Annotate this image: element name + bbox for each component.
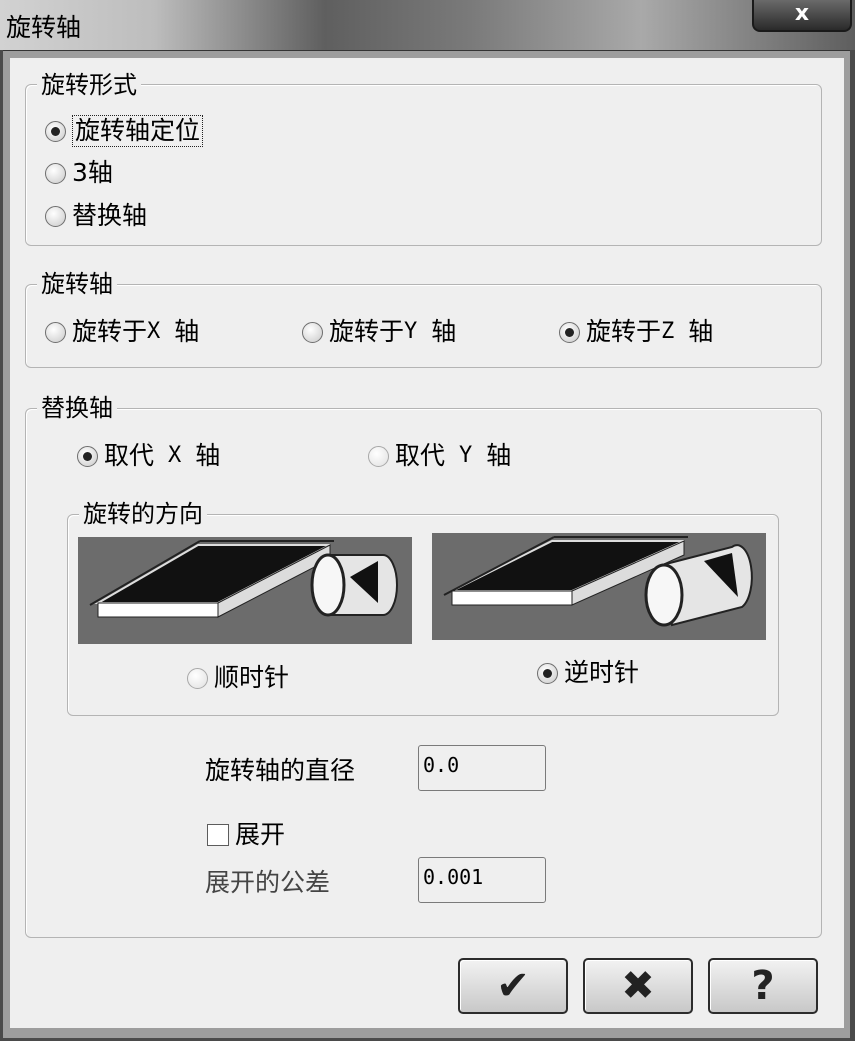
checkmark-icon: ✔ [496,963,530,1009]
radio-rotate-x[interactable]: 旋转于 X 轴 [45,317,199,347]
radio-prefix: 取代 [395,441,446,470]
checkbox-label: 展开 [235,820,286,849]
cross-icon: ✖ [621,963,655,1009]
tolerance-label: 展开的公差 [205,868,331,897]
clockwise-illustration [78,537,412,644]
checkbox-box[interactable] [207,824,229,846]
help-button[interactable]: ? [708,958,818,1014]
radio-label: 3轴 [72,158,113,187]
unroll-checkbox[interactable]: 展开 [207,820,285,850]
radio-rotate-y[interactable]: 旋转于 Y 轴 [302,317,456,347]
diameter-input[interactable]: 0.0 [418,745,546,791]
close-icon: x [794,1,810,26]
question-mark-icon: ? [751,963,775,1009]
radio-rotate-z[interactable]: 旋转于 Z 轴 [559,317,713,347]
direction-legend: 旋转的方向 [79,499,207,529]
radio-replace-axis[interactable]: 替换轴 [45,201,147,231]
radio-button[interactable] [302,321,323,343]
replace-axis-legend: 替换轴 [37,393,117,423]
radio-button[interactable] [45,120,66,142]
radio-replace-y[interactable]: 取代 Y 轴 [368,441,511,471]
radio-clockwise[interactable]: 顺时针 [187,663,289,693]
radio-suffix: 轴 [195,441,221,470]
radio-button[interactable] [45,205,66,227]
radio-button[interactable] [368,445,389,467]
radio-three-axis[interactable]: 3轴 [45,158,113,188]
radio-prefix: 取代 [104,441,155,470]
radio-counterclockwise[interactable]: 逆时针 [537,658,639,688]
radio-label: 旋转轴定位 [72,115,204,147]
radio-axis: X [147,319,161,344]
radio-button[interactable] [559,321,580,343]
radio-label: 顺时针 [214,663,290,692]
radio-label: 逆时针 [564,658,640,687]
radio-prefix: 旋转于 [586,317,662,346]
diameter-label: 旋转轴的直径 [205,756,356,785]
dialog-body: 旋转形式 旋转轴定位 3轴 替换轴 旋转轴 旋转于 X 轴 旋转于 Y 轴 旋转… [10,58,844,1028]
radio-suffix: 轴 [486,441,512,470]
radio-rotary-positioning[interactable]: 旋转轴定位 [45,115,204,147]
radio-axis: Z [661,319,675,344]
radio-button[interactable] [45,321,66,343]
rotation-form-legend: 旋转形式 [37,70,141,100]
radio-axis: Y [459,443,473,468]
title-bar: 旋转轴 x [0,0,855,50]
radio-label: 替换轴 [72,201,148,230]
close-button[interactable]: x [752,0,852,32]
radio-suffix: 轴 [174,317,200,346]
radio-suffix: 轴 [688,317,714,346]
tolerance-input[interactable]: 0.001 [418,857,546,903]
radio-prefix: 旋转于 [329,317,405,346]
clockwise-diagram [89,540,398,618]
radio-button[interactable] [77,445,98,467]
counterclockwise-illustration [432,533,766,640]
radio-axis: X [168,443,182,468]
radio-button[interactable] [187,667,208,689]
radio-replace-x[interactable]: 取代 X 轴 [77,441,220,471]
radio-button[interactable] [45,162,66,184]
window-title: 旋转轴 [6,13,82,42]
radio-button[interactable] [537,662,558,684]
cancel-button[interactable]: ✖ [583,958,693,1014]
radio-suffix: 轴 [431,317,457,346]
counterclockwise-diagram [443,536,753,627]
radio-prefix: 旋转于 [72,317,148,346]
ok-button[interactable]: ✔ [458,958,568,1014]
radio-axis: Y [404,319,418,344]
rotation-axis-legend: 旋转轴 [37,269,117,299]
